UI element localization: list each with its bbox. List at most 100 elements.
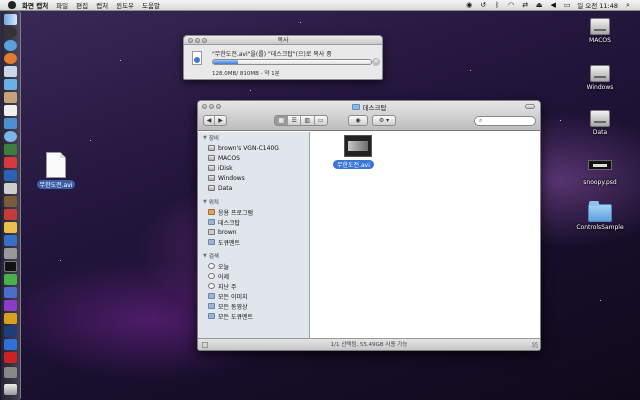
ichat-dock-icon[interactable] [4,79,17,90]
icon-view-button[interactable]: ▦ [275,116,288,125]
sidebar-item-windows[interactable]: Windows [198,173,309,183]
record-icon[interactable]: ◉ [465,1,473,9]
app-dock-icon[interactable] [4,300,17,311]
desktop-icon-avi-file[interactable]: 무한도전.avi [26,152,86,189]
safari-dock-icon[interactable] [4,40,17,51]
menu-edit[interactable]: 편집 [76,0,88,10]
disclosure-triangle-icon: ▼ [203,199,207,205]
sidebar-section-devices[interactable]: ▼ 장비 [198,132,309,143]
menu-app[interactable]: 화면 캡처 [22,0,48,10]
app-dock-icon[interactable] [4,196,17,207]
app-dock-icon[interactable] [4,209,17,220]
photoshop-dock-icon[interactable] [4,326,17,337]
trash-dock-icon[interactable] [4,384,17,395]
desktop-icon-windows[interactable]: Windows [570,65,630,91]
finder-dock-icon[interactable] [4,14,17,25]
sidebar-item-yesterday[interactable]: 어제 [198,271,309,281]
eject-icon[interactable]: ⏏ [535,1,543,9]
sidebar-section-search[interactable]: ▼ 검색 [198,250,309,261]
sidebar-item-past-week[interactable]: 지난 주 [198,281,309,291]
search-field[interactable]: ⌕ [474,116,536,126]
folder-icon [588,201,612,222]
sidebar-item-today[interactable]: 오늘 [198,261,309,271]
itunes-dock-icon[interactable] [4,131,17,142]
sidebar-item-all-images[interactable]: 모든 이미지 [198,291,309,301]
app-dock-icon[interactable] [4,313,17,324]
stop-copy-button[interactable]: ✕ [372,58,380,66]
finder-toolbar[interactable]: 데스크탑 ◀ ▶ ▦ ☰ ▥ ▭ ◉ ⚙ ▾ ⌕ [198,101,540,131]
downloads-dock-icon[interactable] [4,367,17,378]
dashboard-dock-icon[interactable] [4,27,17,38]
smart-folder-icon [208,293,215,299]
hard-drive-icon [590,110,610,127]
menu-capture[interactable]: 캡처 [96,0,108,10]
finder-content[interactable]: 무한도전.avi [311,132,540,340]
desktop-icon-data[interactable]: Data [570,110,630,136]
ical-dock-icon[interactable] [4,105,17,116]
battery-icon[interactable]: ▭ [563,1,571,9]
sidebar-item-desktop[interactable]: 데스크탑 [198,217,309,227]
sidebar-item-all-documents[interactable]: 모든 도큐멘트 [198,311,309,321]
sidebar-section-places[interactable]: ▼ 위치 [198,196,309,207]
wifi-icon[interactable]: ◠ [507,1,515,9]
hard-drive-icon [208,185,215,191]
resize-handle-icon[interactable] [532,342,538,348]
menu-file[interactable]: 파일 [56,0,68,10]
menu-window[interactable]: 윈도우 [116,0,134,10]
app-dock-icon[interactable] [4,339,17,350]
copy-dialog-titlebar[interactable]: 복사 [184,36,382,45]
back-button[interactable]: ◀ [204,116,216,125]
bluetooth-icon[interactable]: ᛒ [493,1,501,9]
preview-dock-icon[interactable] [4,118,17,129]
volume-icon[interactable]: ◀ [549,1,557,9]
acrobat-dock-icon[interactable] [4,352,17,363]
sidebar-item-all-movies[interactable]: 모든 동영상 [198,301,309,311]
time-machine-icon[interactable]: ↺ [479,1,487,9]
app-dock-icon[interactable] [4,248,17,259]
app-dock-icon[interactable] [4,222,17,233]
sidebar-item-macos[interactable]: MACOS [198,153,309,163]
action-menu-button[interactable]: ⚙ ▾ [372,115,396,126]
coverflow-view-button[interactable]: ▭ [313,116,327,125]
toolbar-toggle-button[interactable] [525,104,535,109]
address-book-dock-icon[interactable] [4,92,17,103]
iphoto-dock-icon[interactable] [4,144,17,155]
desktop-icon-macos[interactable]: MACOS [570,18,630,44]
firefox-dock-icon[interactable] [4,53,17,64]
file-name-label[interactable]: 무한도전.avi [333,160,374,169]
sidebar-toggle-icon[interactable] [202,342,208,348]
sidebar-item-home[interactable]: brown [198,227,309,237]
menu-help[interactable]: 도움말 [142,0,160,10]
copy-dialog-body: "무한도전.avi"을(를) "데스크탑"(으)로 복사 중 ✕ 128.0MB… [184,45,382,80]
forward-button[interactable]: ▶ [215,116,226,125]
spotlight-icon[interactable]: ⌕ [624,1,632,9]
close-window-button[interactable] [188,38,193,43]
list-view-button[interactable]: ☰ [287,116,300,125]
sidebar-item-computer[interactable]: brown's VGN-C140G [198,143,309,153]
quick-look-button[interactable]: ◉ [348,115,368,126]
sidebar-item-documents[interactable]: 도큐멘트 [198,237,309,247]
app-dock-icon[interactable] [4,274,17,285]
terminal-dock-icon[interactable] [4,261,17,272]
video-thumbnail-icon[interactable] [344,135,372,157]
app-dock-icon[interactable] [4,235,17,246]
zoom-window-button[interactable] [202,38,207,43]
desktop-icon-label: MACOS [589,37,611,44]
menu-clock[interactable]: 일 오전 11:48 [577,0,618,10]
mail-dock-icon[interactable] [4,66,17,77]
app-dock-icon[interactable] [4,157,17,168]
app-dock-icon[interactable] [4,287,17,298]
apple-menu-icon[interactable] [8,1,16,9]
window-title: 데스크탑 [198,102,540,112]
sync-icon[interactable]: ⇄ [521,1,529,9]
column-view-button[interactable]: ▥ [300,116,313,125]
minimize-window-button[interactable] [195,38,200,43]
desktop-icon-controls-sample[interactable]: ControlsSample [570,201,630,231]
sidebar-item-idisk[interactable]: iDisk [198,163,309,173]
sidebar-item-applications[interactable]: 응용 프로그램 [198,207,309,217]
app-dock-icon[interactable] [4,183,17,194]
app-dock-icon[interactable] [4,170,17,181]
sidebar-item-data[interactable]: Data [198,183,309,193]
document-icon [46,152,66,178]
desktop-icon-snoopy[interactable]: snoopy.psd [570,160,630,186]
